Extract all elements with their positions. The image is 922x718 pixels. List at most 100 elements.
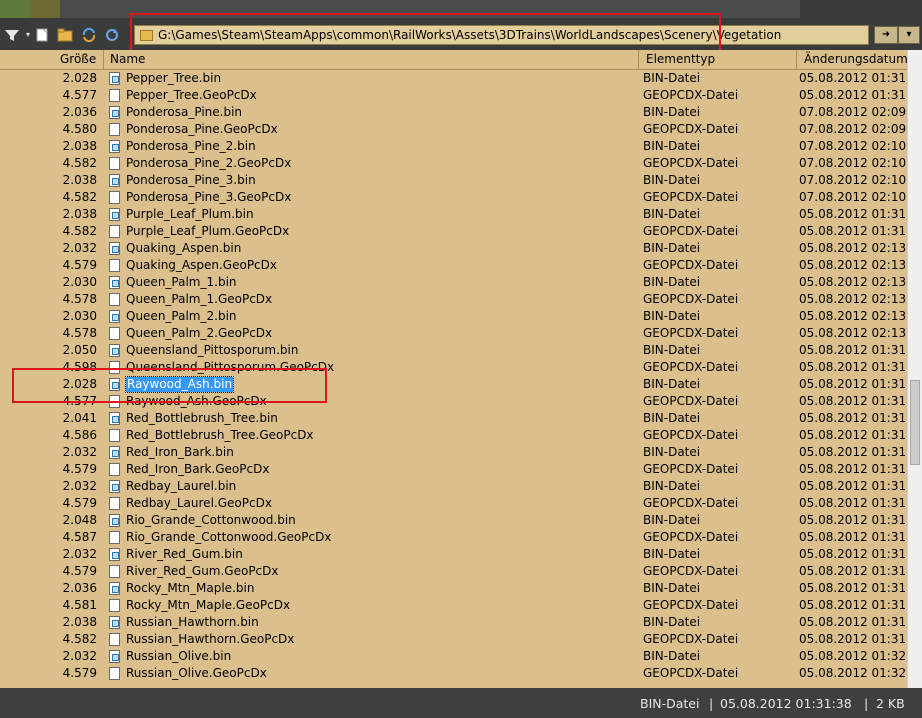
file-name[interactable]: Ponderosa_Pine_2.bin: [126, 139, 256, 154]
file-row[interactable]: 2.032 Red_Iron_Bark.bin BIN-Datei 05.08.201…: [0, 444, 907, 461]
file-name[interactable]: Queen_Palm_2.bin: [126, 309, 237, 324]
go-arrow-icon[interactable]: ➜: [874, 26, 898, 44]
file-name[interactable]: Rio_Grande_Cottonwood.GeoPcDx: [126, 530, 331, 545]
file-name[interactable]: Redbay_Laurel.bin: [126, 479, 236, 494]
file-size: 2.028: [62, 71, 97, 85]
file-date: 07.08.2012 02:10: [799, 139, 907, 153]
filter-icon[interactable]: [4, 27, 20, 43]
file-row[interactable]: 2.030 Queen_Palm_2.bin BIN-Datei 05.08.2012…: [0, 308, 907, 325]
file-name[interactable]: River_Red_Gum.bin: [126, 547, 243, 562]
file-row[interactable]: 4.598 Queensland_Pittosporum.GeoPcDx GEOPC…: [0, 359, 907, 376]
file-row[interactable]: 4.582 Purple_Leaf_Plum.GeoPcDx GEOPCDX-Dat…: [0, 223, 907, 240]
file-name[interactable]: Ponderosa_Pine.bin: [126, 105, 242, 120]
file-name[interactable]: Ponderosa_Pine_2.GeoPcDx: [126, 156, 291, 171]
address-bar[interactable]: G:\Games\Steam\SteamApps\common\RailWork…: [134, 25, 869, 45]
file-row[interactable]: 2.038 Ponderosa_Pine_2.bin BIN-Datei 07.08.…: [0, 138, 907, 155]
file-name[interactable]: Russian_Hawthorn.GeoPcDx: [126, 632, 294, 647]
file-name[interactable]: Pepper_Tree.GeoPcDx: [126, 88, 257, 103]
file-row[interactable]: 2.030 Queen_Palm_1.bin BIN-Datei 05.08.2012…: [0, 274, 907, 291]
vertical-scrollbar[interactable]: [907, 50, 922, 688]
file-size: 4.581: [62, 598, 97, 612]
file-row[interactable]: 4.577 Pepper_Tree.GeoPcDx GEOPCDX-Datei 05.…: [0, 87, 907, 104]
file-name[interactable]: Russian_Olive.bin: [126, 649, 231, 664]
file-name[interactable]: Quaking_Aspen.bin: [126, 241, 241, 256]
file-name[interactable]: Russian_Hawthorn.bin: [126, 615, 259, 630]
file-name[interactable]: Pepper_Tree.bin: [126, 71, 221, 86]
file-row[interactable]: 2.028 Pepper_Tree.bin BIN-Datei 05.08.2012 …: [0, 70, 907, 87]
file-name[interactable]: Rocky_Mtn_Maple.bin: [126, 581, 254, 596]
file-name[interactable]: Queen_Palm_2.GeoPcDx: [126, 326, 272, 341]
file-row[interactable]: 2.048 Rio_Grande_Cottonwood.bin BIN-Datei 0…: [0, 512, 907, 529]
file-row[interactable]: 2.028 Raywood_Ash.bin BIN-Datei 05.08.2012 …: [0, 376, 907, 393]
file-row[interactable]: 2.036 Rocky_Mtn_Maple.bin BIN-Datei 05.08.2…: [0, 580, 907, 597]
address-path[interactable]: G:\Games\Steam\SteamApps\common\RailWork…: [158, 28, 781, 42]
new-file-icon[interactable]: [34, 27, 50, 43]
file-name[interactable]: Quaking_Aspen.GeoPcDx: [126, 258, 277, 273]
column-header-type[interactable]: Elementtyp: [646, 52, 715, 66]
file-size: 2.032: [62, 241, 97, 255]
file-list[interactable]: Größe Name Elementtyp Änderungsdatum 2.0…: [0, 50, 907, 688]
file-row[interactable]: 4.579 Russian_Olive.GeoPcDx GEOPCDX-Datei 0…: [0, 665, 907, 682]
file-name[interactable]: Queensland_Pittosporum.bin: [126, 343, 298, 358]
column-header-date[interactable]: Änderungsdatum: [804, 52, 907, 66]
file-row[interactable]: 4.578 Queen_Palm_1.GeoPcDx GEOPCDX-Datei 05…: [0, 291, 907, 308]
file-name[interactable]: Queen_Palm_1.bin: [126, 275, 237, 290]
file-name[interactable]: River_Red_Gum.GeoPcDx: [126, 564, 279, 579]
file-row[interactable]: 4.586 Red_Bottlebrush_Tree.GeoPcDx GEOPCDX…: [0, 427, 907, 444]
file-row[interactable]: 4.578 Queen_Palm_2.GeoPcDx GEOPCDX-Datei 05…: [0, 325, 907, 342]
file-name[interactable]: Queensland_Pittosporum.GeoPcDx: [126, 360, 334, 375]
file-date: 05.08.2012 01:31: [799, 598, 907, 612]
list-header: Größe Name Elementtyp Änderungsdatum: [0, 50, 907, 70]
file-size: 2.048: [62, 513, 97, 527]
file-name[interactable]: Purple_Leaf_Plum.bin: [126, 207, 254, 222]
file-row[interactable]: 4.581 Rocky_Mtn_Maple.GeoPcDx GEOPCDX-Date…: [0, 597, 907, 614]
file-row[interactable]: 4.582 Russian_Hawthorn.GeoPcDx GEOPCDX-Dat…: [0, 631, 907, 648]
file-name[interactable]: Raywood_Ash.GeoPcDx: [126, 394, 267, 409]
file-row[interactable]: 4.579 River_Red_Gum.GeoPcDx GEOPCDX-Datei 0…: [0, 563, 907, 580]
file-row[interactable]: 2.041 Red_Bottlebrush_Tree.bin BIN-Datei 05…: [0, 410, 907, 427]
file-row[interactable]: 4.587 Rio_Grande_Cottonwood.GeoPcDx GEOPCD…: [0, 529, 907, 546]
file-row[interactable]: 2.032 Redbay_Laurel.bin BIN-Datei 05.08.201…: [0, 478, 907, 495]
file-name[interactable]: Ponderosa_Pine_3.GeoPcDx: [126, 190, 291, 205]
file-row[interactable]: 2.032 Russian_Olive.bin BIN-Datei 05.08.201…: [0, 648, 907, 665]
file-row[interactable]: 2.050 Queensland_Pittosporum.bin BIN-Datei…: [0, 342, 907, 359]
file-name[interactable]: Queen_Palm_1.GeoPcDx: [126, 292, 272, 307]
file-row[interactable]: 2.038 Ponderosa_Pine_3.bin BIN-Datei 07.08.…: [0, 172, 907, 189]
file-name[interactable]: Red_Bottlebrush_Tree.bin: [126, 411, 278, 426]
file-row[interactable]: 2.036 Ponderosa_Pine.bin BIN-Datei 07.08.20…: [0, 104, 907, 121]
file-row[interactable]: 4.582 Ponderosa_Pine_2.GeoPcDx GEOPCDX-Dat…: [0, 155, 907, 172]
file-date: 05.08.2012 01:31: [799, 343, 907, 357]
bin-file-icon: [109, 412, 120, 425]
file-name[interactable]: Ponderosa_Pine_3.bin: [126, 173, 256, 188]
file-name[interactable]: Rio_Grande_Cottonwood.bin: [126, 513, 296, 528]
file-date: 05.08.2012 01:31: [799, 581, 907, 595]
file-row[interactable]: 4.582 Ponderosa_Pine_3.GeoPcDx GEOPCDX-Dat…: [0, 189, 907, 206]
file-name[interactable]: Ponderosa_Pine.GeoPcDx: [126, 122, 278, 137]
file-name[interactable]: Purple_Leaf_Plum.GeoPcDx: [126, 224, 289, 239]
file-row[interactable]: 4.577 Raywood_Ash.GeoPcDx GEOPCDX-Datei 05.…: [0, 393, 907, 410]
column-header-size[interactable]: Größe: [60, 52, 96, 66]
file-name[interactable]: Redbay_Laurel.GeoPcDx: [126, 496, 272, 511]
file-row[interactable]: 4.579 Redbay_Laurel.GeoPcDx GEOPCDX-Datei 0…: [0, 495, 907, 512]
file-name[interactable]: Red_Iron_Bark.bin: [126, 445, 234, 460]
file-date: 07.08.2012 02:10: [799, 190, 907, 204]
file-row[interactable]: 4.580 Ponderosa_Pine.GeoPcDx GEOPCDX-Datei…: [0, 121, 907, 138]
file-row[interactable]: 2.032 Quaking_Aspen.bin BIN-Datei 05.08.201…: [0, 240, 907, 257]
chevron-down-icon[interactable]: ▾: [898, 26, 920, 44]
scrollbar-thumb[interactable]: [910, 380, 920, 465]
sync-icon[interactable]: [81, 27, 97, 43]
file-row[interactable]: 4.579 Quaking_Aspen.GeoPcDx GEOPCDX-Datei 0…: [0, 257, 907, 274]
file-name[interactable]: Russian_Olive.GeoPcDx: [126, 666, 267, 681]
file-row[interactable]: 2.038 Russian_Hawthorn.bin BIN-Datei 05.08.…: [0, 614, 907, 631]
column-header-name[interactable]: Name: [110, 52, 145, 66]
file-row[interactable]: 2.038 Purple_Leaf_Plum.bin BIN-Datei 05.08.…: [0, 206, 907, 223]
file-name[interactable]: Rocky_Mtn_Maple.GeoPcDx: [126, 598, 290, 613]
file-row[interactable]: 4.579 Red_Iron_Bark.GeoPcDx GEOPCDX-Datei 0…: [0, 461, 907, 478]
refresh-icon[interactable]: [104, 27, 120, 43]
file-icon: [109, 599, 120, 612]
file-name[interactable]: Raywood_Ash.bin: [124, 376, 235, 393]
file-name[interactable]: Red_Iron_Bark.GeoPcDx: [126, 462, 269, 477]
file-row[interactable]: 2.032 River_Red_Gum.bin BIN-Datei 05.08.201…: [0, 546, 907, 563]
file-name[interactable]: Red_Bottlebrush_Tree.GeoPcDx: [126, 428, 314, 443]
new-folder-icon[interactable]: [57, 27, 73, 43]
